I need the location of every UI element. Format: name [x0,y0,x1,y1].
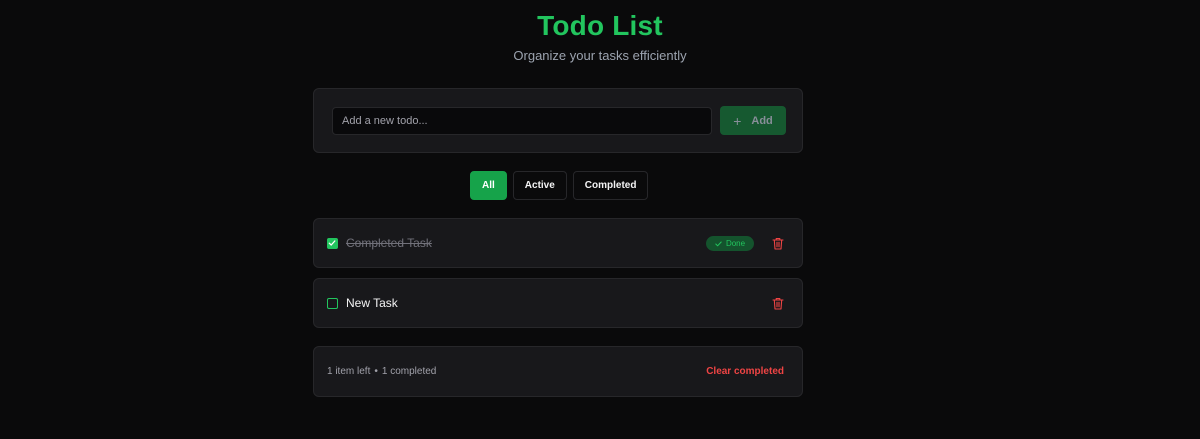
clear-completed-button[interactable]: Clear completed [706,364,784,379]
done-badge-label: Done [725,239,746,248]
plus-icon: + [733,112,742,129]
footer-stats: 1 item left • 1 completed [327,366,436,377]
todo-item: New Task [313,278,803,328]
filter-active-button[interactable]: Active [512,171,567,200]
todo-text: New Task [346,296,398,310]
add-todo-button[interactable]: + Add [720,106,786,135]
page-subtitle: Organize your tasks efficiently [513,48,687,63]
filter-bar: All Active Completed [470,171,649,200]
filter-all-button[interactable]: All [470,171,507,200]
todo-checkbox[interactable] [327,298,338,309]
items-left-count: 1 item left [327,366,371,377]
add-todo-card: + Add [313,88,803,153]
filter-completed-button[interactable]: Completed [572,171,649,200]
todo-app: Todo List Organize your tasks efficientl… [0,0,1200,439]
delete-trash-icon[interactable] [772,297,784,310]
check-icon [328,240,336,246]
check-icon [715,241,722,246]
new-todo-input[interactable] [332,107,712,135]
todo-text: Completed Task [346,236,432,250]
delete-trash-icon[interactable] [772,237,784,250]
add-button-label: Add [751,114,773,127]
stats-separator: • [374,366,378,377]
done-badge: Done [706,236,754,251]
todo-item: Completed Task Done [313,218,803,268]
todo-checkbox[interactable] [327,238,338,249]
page-title: Todo List [537,10,663,41]
completed-count: 1 completed [381,366,437,377]
todo-footer: 1 item left • 1 completed Clear complete… [313,346,803,397]
